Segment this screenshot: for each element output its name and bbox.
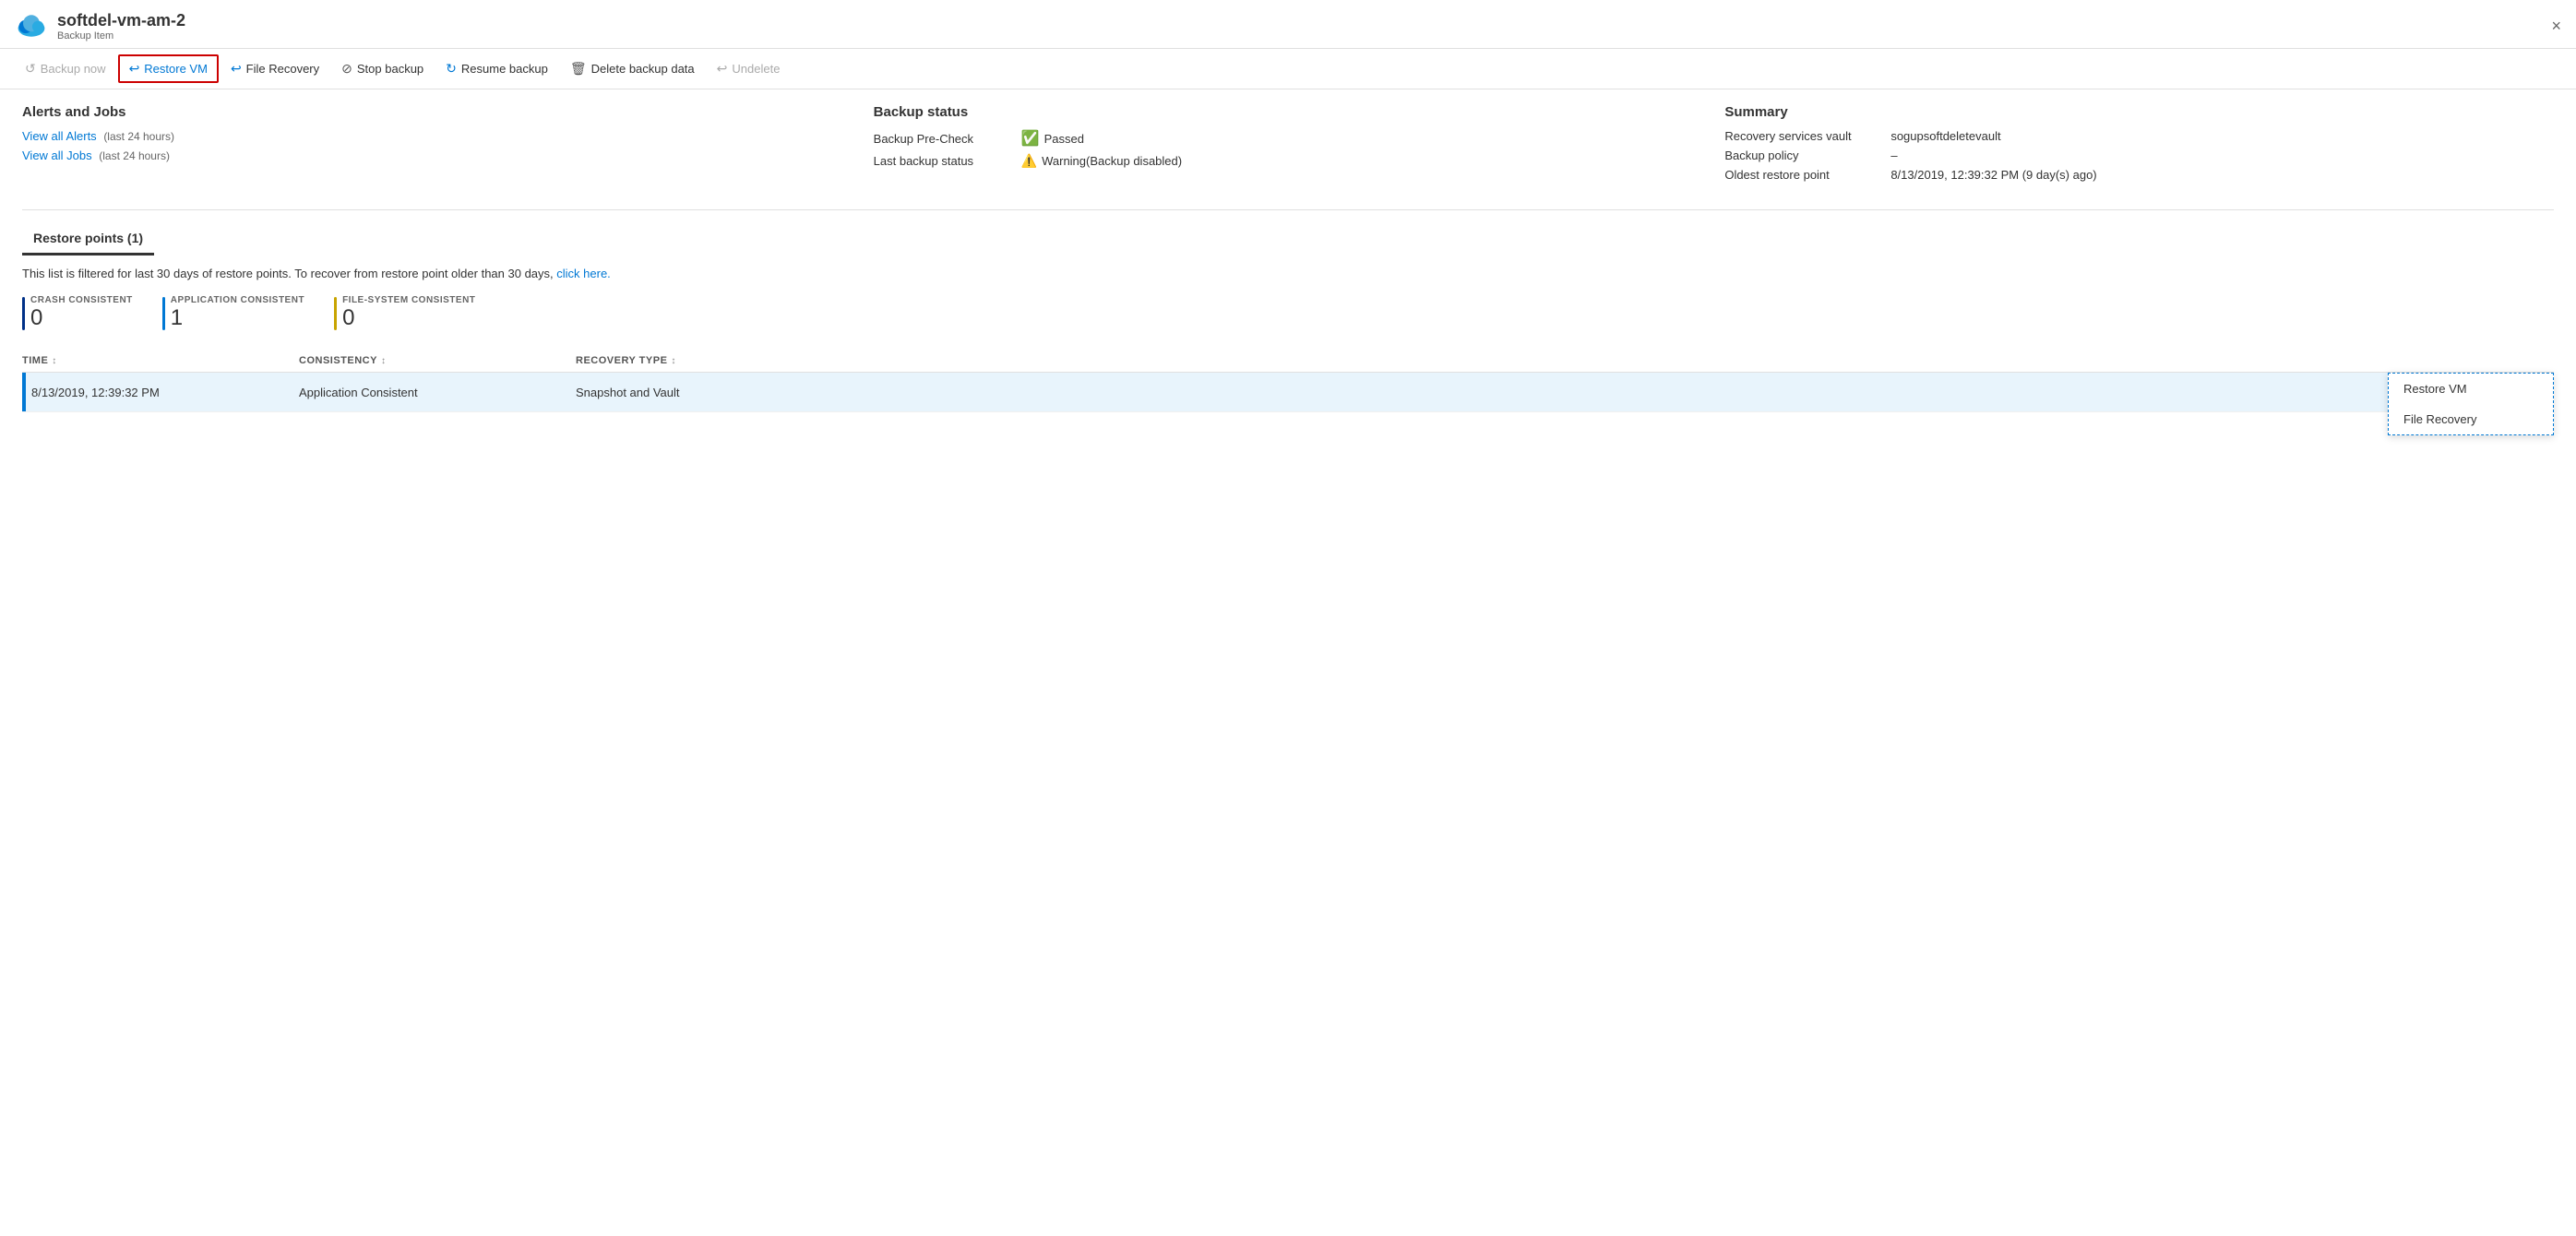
- restore-vm-label: Restore VM: [144, 62, 208, 76]
- time-cell: 8/13/2019, 12:39:32 PM: [22, 386, 299, 399]
- crash-consistent-bar: [22, 297, 25, 330]
- backup-now-icon: ↺: [25, 61, 36, 77]
- close-button[interactable]: ×: [2551, 17, 2561, 36]
- actions-header: [2498, 355, 2554, 366]
- stop-backup-button[interactable]: ⊘ Stop backup: [331, 55, 434, 82]
- filter-link[interactable]: click here.: [556, 267, 611, 280]
- restore-vm-icon: ↩: [129, 61, 140, 77]
- pre-check-label: Backup Pre-Check: [874, 132, 1021, 146]
- view-all-alerts-link[interactable]: View all Alerts: [22, 129, 97, 143]
- policy-label: Backup policy: [1724, 149, 1890, 162]
- resume-backup-button[interactable]: ↻ Resume backup: [435, 55, 558, 82]
- undelete-button[interactable]: ↩ Undelete: [707, 55, 791, 82]
- row-left-indicator: [22, 373, 26, 411]
- undelete-icon: ↩: [717, 61, 728, 77]
- fs-consistent-bar: [334, 297, 337, 330]
- page-title: softdel-vm-am-2: [57, 11, 185, 30]
- toolbar: ↺ Backup now ↩ Restore VM ↩ File Recover…: [0, 49, 2576, 89]
- info-sections: Alerts and Jobs View all Alerts (last 24…: [22, 104, 2554, 187]
- context-restore-vm[interactable]: Restore VM: [2389, 374, 2553, 404]
- consistency-indicators: CRASH CONSISTENT 0 APPLICATION CONSISTEN…: [22, 295, 2554, 331]
- time-sort-icon[interactable]: ↕: [52, 356, 57, 366]
- restore-points-table: TIME ↕ CONSISTENCY ↕ RECOVERY TYPE ↕ 8/1…: [22, 350, 2554, 412]
- alerts-jobs-section: Alerts and Jobs View all Alerts (last 24…: [22, 104, 852, 187]
- restore-points-tab-label: Restore points (1): [33, 231, 143, 245]
- delete-backup-icon: 🗑: [570, 61, 587, 77]
- app-consistent-item: APPLICATION CONSISTENT 1: [162, 295, 304, 331]
- alerts-jobs-title: Alerts and Jobs: [22, 104, 852, 120]
- last-backup-value: Warning(Backup disabled): [1042, 154, 1182, 168]
- title-bar: softdel-vm-am-2 Backup Item ×: [0, 0, 2576, 49]
- backup-now-label: Backup now: [41, 62, 106, 76]
- backup-status-title: Backup status: [874, 104, 1703, 120]
- summary-title: Summary: [1724, 104, 2554, 120]
- resume-backup-label: Resume backup: [461, 62, 548, 76]
- consistency-sort-icon[interactable]: ↕: [381, 356, 387, 366]
- app-consistent-bar: [162, 297, 165, 330]
- table-row-wrapper: 8/13/2019, 12:39:32 PM Application Consi…: [22, 373, 2554, 412]
- time-header: TIME ↕: [22, 355, 299, 366]
- pre-check-value: Passed: [1044, 132, 1084, 146]
- cloud-icon: [15, 9, 48, 42]
- context-file-recovery[interactable]: File Recovery: [2389, 404, 2553, 434]
- crash-consistent-count: 0: [30, 305, 133, 331]
- fs-consistent-item: FILE-SYSTEM CONSISTENT 0: [334, 295, 475, 331]
- recovery-type-header: RECOVERY TYPE ↕: [576, 355, 2498, 366]
- resume-backup-icon: ↻: [446, 61, 457, 77]
- crash-consistent-item: CRASH CONSISTENT 0: [22, 295, 133, 331]
- view-all-jobs-link[interactable]: View all Jobs: [22, 149, 92, 162]
- warning-icon: ⚠️: [1021, 153, 1037, 169]
- app-consistent-count: 1: [171, 305, 304, 331]
- fs-consistent-count: 0: [342, 305, 475, 331]
- jobs-note: (last 24 hours): [99, 149, 170, 162]
- restore-points-tab[interactable]: Restore points (1): [22, 225, 154, 256]
- main-content: Alerts and Jobs View all Alerts (last 24…: [0, 89, 2576, 427]
- alerts-note: (last 24 hours): [103, 130, 174, 143]
- policy-value: –: [1890, 149, 1897, 162]
- last-backup-status: ⚠️ Warning(Backup disabled): [1021, 153, 1182, 169]
- table-header: TIME ↕ CONSISTENCY ↕ RECOVERY TYPE ↕: [22, 350, 2554, 373]
- table-row[interactable]: 8/13/2019, 12:39:32 PM Application Consi…: [22, 373, 2554, 412]
- pre-check-status: ✅ Passed: [1021, 129, 1084, 148]
- context-menu: Restore VM File Recovery: [2388, 373, 2554, 435]
- restore-vm-button[interactable]: ↩ Restore VM: [118, 54, 219, 83]
- recovery-type-cell: Snapshot and Vault: [576, 386, 2498, 399]
- fs-consistent-label: FILE-SYSTEM CONSISTENT: [342, 295, 475, 305]
- last-backup-label: Last backup status: [874, 154, 1021, 168]
- summary-section: Summary Recovery services vault sogupsof…: [1724, 104, 2554, 187]
- consistency-cell: Application Consistent: [299, 386, 576, 399]
- vault-label: Recovery services vault: [1724, 129, 1890, 143]
- file-recovery-button[interactable]: ↩ File Recovery: [221, 55, 329, 82]
- vault-value[interactable]: sogupsoftdeletevault: [1890, 129, 2000, 143]
- filter-note: This list is filtered for last 30 days o…: [22, 267, 2554, 280]
- delete-backup-label: Delete backup data: [591, 62, 695, 76]
- backup-status-section: Backup status Backup Pre-Check ✅ Passed …: [874, 104, 1703, 187]
- stop-backup-label: Stop backup: [357, 62, 423, 76]
- file-recovery-label: File Recovery: [246, 62, 319, 76]
- file-recovery-icon: ↩: [231, 61, 242, 77]
- backup-now-button[interactable]: ↺ Backup now: [15, 55, 116, 82]
- undelete-label: Undelete: [732, 62, 780, 76]
- consistency-header: CONSISTENCY ↕: [299, 355, 576, 366]
- crash-consistent-label: CRASH CONSISTENT: [30, 295, 133, 305]
- section-divider: [22, 209, 2554, 210]
- delete-backup-button[interactable]: 🗑 Delete backup data: [560, 55, 705, 82]
- page-subtitle: Backup Item: [57, 30, 185, 42]
- check-icon: ✅: [1021, 129, 1040, 148]
- oldest-label: Oldest restore point: [1724, 168, 1890, 182]
- oldest-value: 8/13/2019, 12:39:32 PM (9 day(s) ago): [1890, 168, 2096, 182]
- stop-backup-icon: ⊘: [341, 61, 352, 77]
- recovery-type-sort-icon[interactable]: ↕: [671, 356, 676, 366]
- app-consistent-label: APPLICATION CONSISTENT: [171, 295, 304, 305]
